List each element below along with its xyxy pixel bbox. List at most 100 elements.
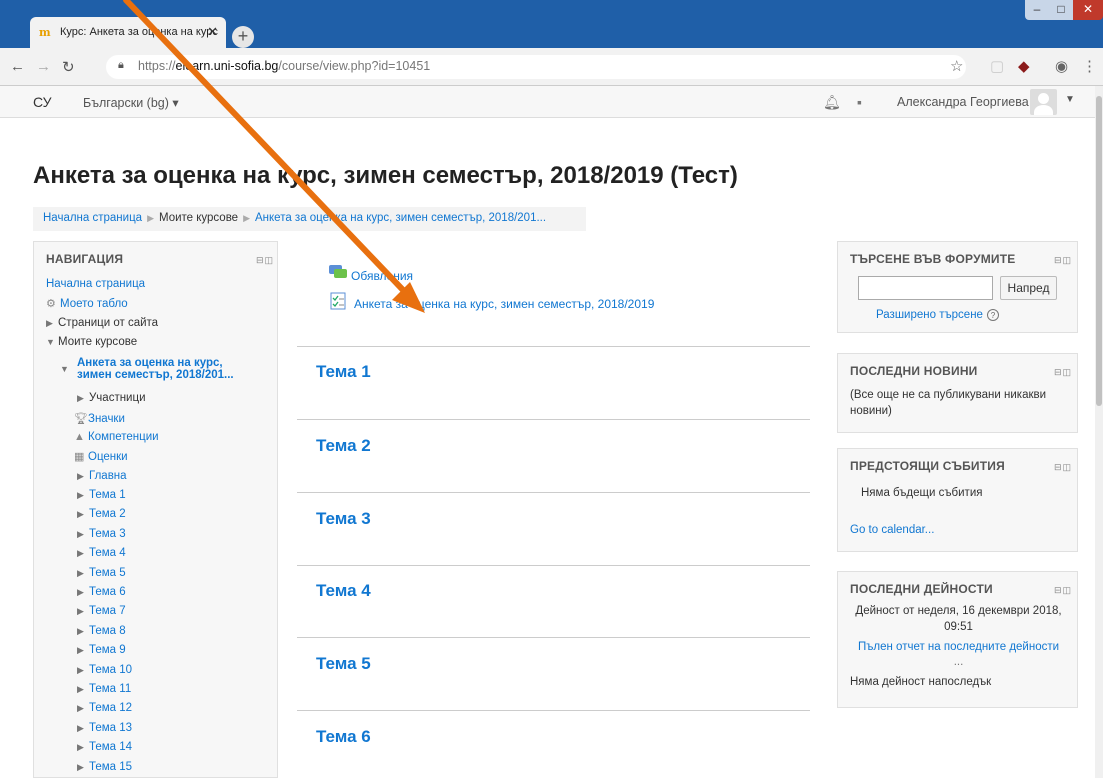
section-title-1[interactable]: Тема 1 xyxy=(316,362,371,382)
nav-topic-item[interactable]: ▶ Тема 2 xyxy=(77,508,126,520)
browser-tabbar: m Курс: Анкета за оценка на курс ✕ + – □… xyxy=(0,0,1103,48)
expand-icon: ▶ xyxy=(77,761,84,772)
section-title-6[interactable]: Тема 6 xyxy=(316,727,371,747)
nav-my-courses[interactable]: ▼ Моите курсове xyxy=(46,336,137,348)
close-tab-icon[interactable]: ✕ xyxy=(207,24,218,40)
nav-competencies[interactable]: ▲ Компетенции xyxy=(74,431,159,443)
breadcrumb-separator-icon: ▶ xyxy=(243,213,250,223)
url-input[interactable]: 🔒︎ https://elearn.uni-sofia.bg/course/vi… xyxy=(106,55,966,79)
maximize-button[interactable]: □ xyxy=(1049,0,1073,20)
section-divider xyxy=(297,565,810,566)
upcoming-events-block: ПРЕДСТОЯЩИ СЪБИТИЯ ⊟◫ Няма бъдещи събити… xyxy=(837,448,1078,552)
forum-search-input[interactable] xyxy=(858,276,993,300)
section-title-3[interactable]: Тема 3 xyxy=(316,509,371,529)
nav-badges[interactable]: 🏆︎Значки xyxy=(74,412,125,425)
breadcrumb-course[interactable]: Анкета за оценка на курс, зимен семестър… xyxy=(255,212,546,224)
nav-topic-item[interactable]: ▶ Тема 13 xyxy=(77,722,132,734)
section-title-4[interactable]: Тема 4 xyxy=(316,581,371,601)
user-menu-caret-icon[interactable]: ▼ xyxy=(1065,94,1075,105)
nav-general[interactable]: ▶ Главна xyxy=(77,470,127,482)
trophy-icon: 🏆︎ xyxy=(74,413,88,425)
profile-icon[interactable]: ◉ xyxy=(1055,57,1068,75)
advanced-search-link[interactable]: Разширено търсене? xyxy=(876,309,999,321)
language-menu[interactable]: Български (bg) ▾ xyxy=(83,95,179,110)
reload-icon[interactable]: ↻ xyxy=(62,58,75,76)
nav-topic-item[interactable]: ▶ Тема 10 xyxy=(77,664,132,676)
nav-topic-label: Тема 6 xyxy=(89,586,126,598)
collapse-icon: ▼ xyxy=(46,337,55,347)
dashboard-icon: ⚙ xyxy=(46,298,56,310)
nav-current-course[interactable]: Анкета за оценка на курс, зимен семестър… xyxy=(77,357,234,381)
block-collapse-icon[interactable]: ⊟◫ xyxy=(256,255,274,266)
block-collapse-icon[interactable]: ⊟◫ xyxy=(1054,462,1072,473)
chrome-menu-icon[interactable]: ⋮ xyxy=(1082,57,1097,75)
section-divider xyxy=(297,492,810,493)
block-collapse-icon[interactable]: ⊟◫ xyxy=(1054,367,1072,378)
nav-topic-item[interactable]: ▶ Тема 6 xyxy=(77,586,126,598)
nav-site-pages[interactable]: ▶ Страници от сайта xyxy=(46,317,158,329)
expand-icon: ▶ xyxy=(77,471,84,481)
browser-tab[interactable]: m Курс: Анкета за оценка на курс ✕ xyxy=(30,17,226,48)
extension-icon[interactable]: ▢ xyxy=(990,57,1004,75)
breadcrumb-my-courses[interactable]: Моите курсове xyxy=(159,212,238,224)
shield-extension-icon[interactable]: ◆ xyxy=(1018,57,1030,75)
scrollbar-thumb[interactable] xyxy=(1096,96,1102,406)
nav-topic-item[interactable]: ▶ Тема 8 xyxy=(77,625,126,637)
nav-competencies-label: Компетенции xyxy=(88,431,159,443)
nav-topic-label: Тема 5 xyxy=(89,566,126,579)
forward-arrow-icon[interactable]: → xyxy=(36,58,51,75)
new-tab-button[interactable]: + xyxy=(232,26,254,48)
nav-participants[interactable]: ▶ Участници xyxy=(77,392,146,404)
nav-dashboard[interactable]: ⚙ Моето табло xyxy=(46,297,128,310)
section-title-5[interactable]: Тема 5 xyxy=(316,654,371,674)
url-host: elearn.uni-sofia.bg xyxy=(175,59,279,73)
nav-topic-label: Тема 11 xyxy=(89,683,132,695)
block-title: ПРЕДСТОЯЩИ СЪБИТИЯ xyxy=(850,459,1005,473)
feedback-icon xyxy=(330,292,348,310)
expand-icon: ▶ xyxy=(77,587,84,597)
nav-topic-item[interactable]: ▶ Тема 5 xyxy=(77,567,126,579)
navigation-block: НАВИГАЦИЯ ⊟◫ Начална страница ⚙ Моето таб… xyxy=(33,241,278,778)
nav-dashboard-label: Моето табло xyxy=(60,298,128,310)
expand-icon: ▶ xyxy=(77,548,84,559)
nav-topic-item[interactable]: ▶ Тема 15 xyxy=(77,761,132,773)
activity-feedback-survey[interactable]: Анкета за оценка на курс, зимен семестър… xyxy=(354,297,654,311)
bookmark-star-icon[interactable]: ☆ xyxy=(950,57,963,75)
block-title: НАВИГАЦИЯ xyxy=(46,252,124,266)
help-icon[interactable]: ? xyxy=(986,309,999,321)
nav-course-arrow: ▼ xyxy=(60,363,72,375)
nav-topic-item[interactable]: ▶ Тема 9 xyxy=(77,644,126,656)
full-report-link[interactable]: Пълен отчет на последните дейности xyxy=(838,641,1079,653)
block-collapse-icon[interactable]: ⊟◫ xyxy=(1054,255,1072,266)
nav-topic-item[interactable]: ▶ Тема 4 xyxy=(77,547,126,559)
nav-topic-item[interactable]: ▶ Тема 3 xyxy=(77,528,126,540)
nav-topic-label: Тема 10 xyxy=(89,663,133,676)
breadcrumb-home[interactable]: Начална страница xyxy=(43,212,142,224)
nav-home[interactable]: Начална страница xyxy=(46,278,145,290)
nav-topic-item[interactable]: ▶ Тема 1 xyxy=(77,489,126,501)
page-scrollbar[interactable] xyxy=(1095,86,1103,778)
block-collapse-icon[interactable]: ⊟◫ xyxy=(1054,585,1072,596)
activity-announcements[interactable]: Обявления xyxy=(351,269,413,283)
window-close-button[interactable]: ✕ xyxy=(1073,0,1103,20)
notifications-icon[interactable]: 🔔︎ xyxy=(823,94,841,111)
nav-topic-item[interactable]: ▶ Тема 14 xyxy=(77,741,132,753)
nav-topic-item[interactable]: ▶ Тема 12 xyxy=(77,702,132,714)
nav-site-pages-label: Страници от сайта xyxy=(58,317,159,329)
full-report-ellipsis: ... xyxy=(953,656,964,668)
nav-topic-item[interactable]: ▶ Тема 7 xyxy=(77,605,126,617)
block-title: ТЪРСЕНЕ ВЪВ ФОРУМИТЕ xyxy=(850,252,1016,266)
calendar-link[interactable]: Go to calendar... xyxy=(850,524,934,536)
avatar[interactable] xyxy=(1030,89,1057,115)
nav-grades[interactable]: ▦ Оценки xyxy=(74,450,128,463)
grades-table-icon: ▦ xyxy=(74,451,85,463)
section-title-2[interactable]: Тема 2 xyxy=(316,436,371,456)
expand-icon: ▶ xyxy=(77,625,84,636)
minimize-button[interactable]: – xyxy=(1025,0,1049,20)
nav-topic-item[interactable]: ▶ Тема 11 xyxy=(77,683,131,695)
site-home-link[interactable]: СУ xyxy=(33,94,52,110)
messages-icon[interactable]: ▪ xyxy=(857,94,862,110)
forum-search-button[interactable]: Напред xyxy=(1000,276,1057,300)
user-name[interactable]: Александра Георгиева xyxy=(897,95,1029,109)
back-arrow-icon[interactable]: ← xyxy=(10,58,25,75)
